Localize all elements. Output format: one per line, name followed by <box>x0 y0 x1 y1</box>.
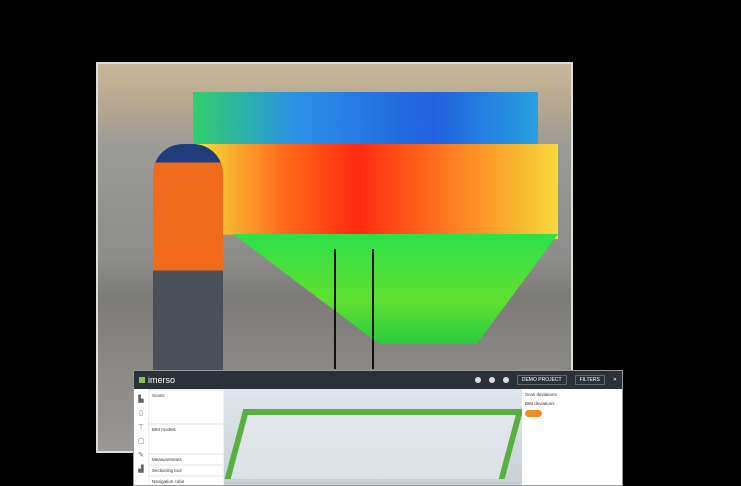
filters-button[interactable]: FILTERS <box>575 375 605 385</box>
status-filter-button[interactable] <box>525 410 542 417</box>
settings-icon[interactable] <box>475 377 481 383</box>
scan-deviations-tab[interactable]: Scan deviations <box>525 392 619 397</box>
bim-viewport[interactable] <box>224 389 522 485</box>
project-select[interactable]: DEMO PROJECT <box>517 375 567 385</box>
bim-model <box>225 409 524 479</box>
deviations-panel: Scan deviations BIM deviations <box>522 389 622 485</box>
stats-icon[interactable]: ▟ <box>138 465 143 473</box>
logo-icon <box>139 377 145 383</box>
imerso-app-window: imerso DEMO PROJECT FILTERS ✕ ▙ ▯ ⊤ ▢ ✎ … <box>133 370 623 486</box>
logo: imerso <box>139 375 175 385</box>
panel-label: Sectioning tool <box>152 468 182 473</box>
bim-models-panel[interactable]: BIM models <box>149 425 223 453</box>
worker-figure <box>153 144 223 374</box>
bim-deviations-tab[interactable]: BIM deviations <box>525 401 619 406</box>
layers-icon[interactable]: ▢ <box>138 437 145 445</box>
panel-label: Scans <box>152 393 165 398</box>
panel-label: Measurements <box>152 457 182 462</box>
panel-label: Navigation cube <box>152 479 184 484</box>
measure-icon[interactable]: ✎ <box>138 451 144 459</box>
scan-heatmap-wall <box>193 144 558 239</box>
sectioning-tool-panel[interactable]: Sectioning tool <box>149 466 223 475</box>
help-icon[interactable] <box>489 377 495 383</box>
scans-panel[interactable]: Scans <box>149 391 223 423</box>
pin-icon[interactable]: ⊤ <box>138 423 144 431</box>
measurements-panel[interactable]: Measurements <box>149 455 223 464</box>
refresh-icon[interactable] <box>503 377 509 383</box>
navigation-cube-panel[interactable]: Navigation cube <box>149 477 223 486</box>
chart-icon[interactable]: ▙ <box>138 395 143 403</box>
scan-heatmap-floor <box>233 234 558 344</box>
top-bar: imerso DEMO PROJECT FILTERS ✕ <box>134 371 622 389</box>
tool-sidebar: ▙ ▯ ⊤ ▢ ✎ ▟ <box>134 389 148 485</box>
panel-label: BIM models <box>152 427 176 432</box>
logo-text: imerso <box>148 375 175 385</box>
close-icon[interactable]: ✕ <box>613 377 617 383</box>
scan-heatmap-top <box>193 92 538 144</box>
scanner-tripod <box>334 249 374 369</box>
document-icon[interactable]: ▯ <box>139 409 143 417</box>
